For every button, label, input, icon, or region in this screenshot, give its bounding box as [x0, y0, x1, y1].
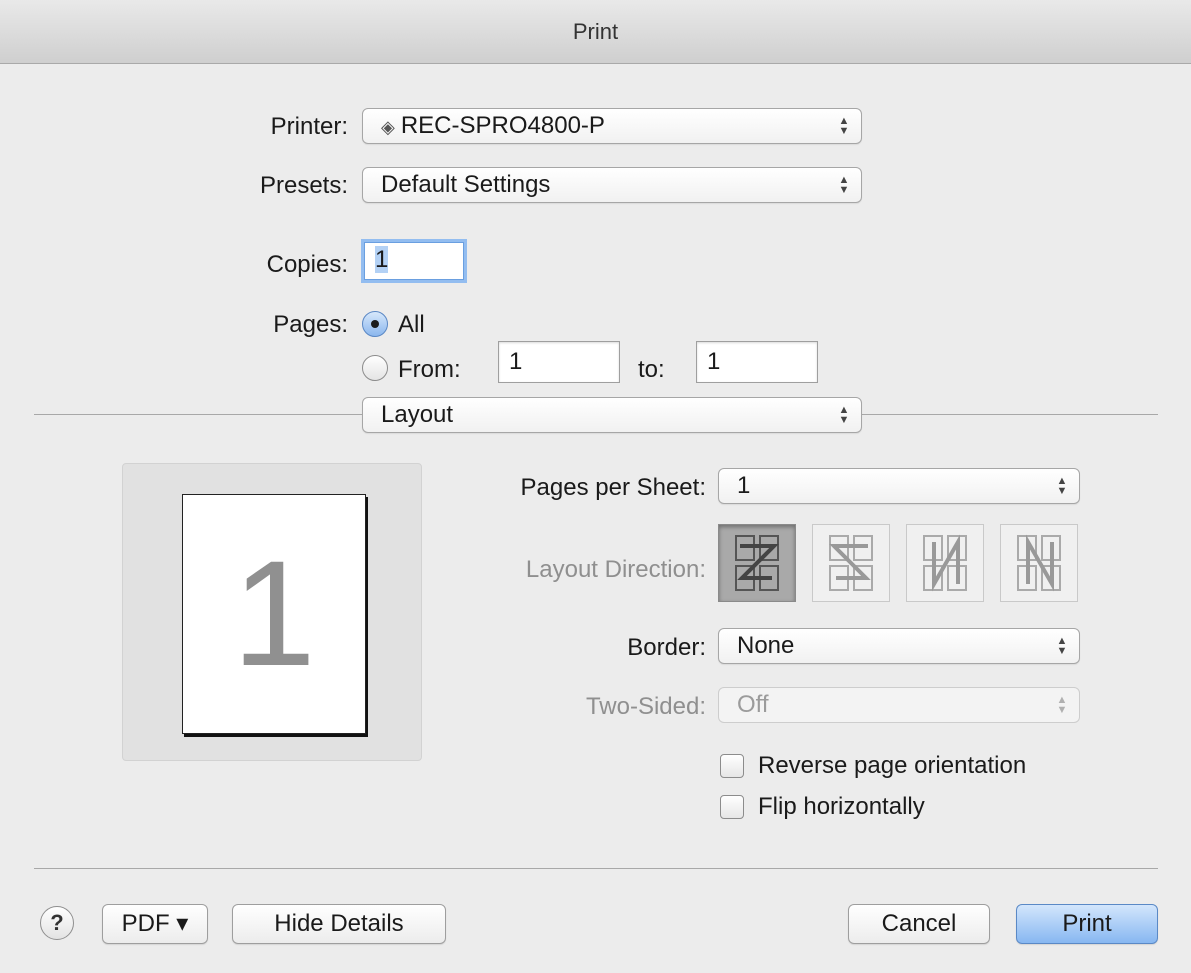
border-value: None — [737, 632, 795, 659]
page-preview-sheet: 1 — [182, 494, 366, 734]
pages-from-label: From: — [398, 356, 461, 383]
popup-arrows-icon: ▲ ▼ — [838, 174, 850, 196]
section-popup[interactable]: Layout ▲ ▼ — [362, 397, 862, 433]
popup-arrows-icon: ▲ ▼ — [1056, 635, 1068, 657]
copies-value: 1 — [375, 246, 389, 273]
section-divider-left — [34, 414, 362, 415]
pdf-menu-button[interactable]: PDF ▾ — [102, 904, 208, 944]
flip-horizontal-label: Flip horizontally — [758, 793, 925, 820]
presets-popup[interactable]: Default Settings ▲ ▼ — [362, 167, 862, 203]
cancel-button[interactable]: Cancel — [848, 904, 990, 944]
page-preview-number: 1 — [232, 529, 316, 697]
pages-to-field[interactable]: 1 — [696, 341, 818, 383]
pages-to-label: to: — [638, 356, 665, 383]
flip-horizontal-checkbox[interactable] — [720, 795, 744, 819]
presets-value: Default Settings — [381, 171, 551, 198]
pages-per-sheet-label: Pages per Sheet: — [520, 474, 706, 501]
presets-label: Presets: — [259, 172, 348, 199]
pages-per-sheet-popup[interactable]: 1 ▲ ▼ — [718, 468, 1080, 504]
two-sided-value: Off — [737, 691, 769, 718]
two-sided-label: Two-Sided: — [585, 693, 706, 720]
copies-field[interactable]: 1 — [364, 242, 464, 280]
reverse-orientation-checkbox[interactable] — [720, 754, 744, 778]
pages-to-value: 1 — [707, 348, 721, 375]
window-title: Print — [0, 0, 1191, 64]
printer-popup[interactable]: ◈ REC-SPRO4800-P ▲ ▼ — [362, 108, 862, 144]
pages-per-sheet-value: 1 — [737, 472, 751, 499]
pages-all-label: All — [398, 311, 425, 338]
hide-details-button[interactable]: Hide Details — [232, 904, 446, 944]
layout-z-icon — [735, 535, 779, 591]
border-popup[interactable]: None ▲ ▼ — [718, 628, 1080, 664]
pages-from-radio[interactable] — [362, 355, 388, 381]
layout-direction-reverse-n-button[interactable] — [906, 524, 984, 602]
section-value: Layout — [381, 401, 454, 428]
layout-reverse-z-icon — [829, 535, 873, 591]
two-sided-popup[interactable]: Off ▲ ▼ — [718, 687, 1080, 723]
copies-label: Copies: — [266, 251, 348, 278]
pages-from-field[interactable]: 1 — [498, 341, 620, 383]
pages-from-value: 1 — [509, 348, 523, 375]
reverse-orientation-label: Reverse page orientation — [758, 752, 1027, 779]
border-label: Border: — [627, 634, 706, 661]
layout-direction-reverse-z-button[interactable] — [812, 524, 890, 602]
popup-arrows-icon: ▲ ▼ — [1056, 694, 1068, 716]
help-button[interactable]: ? — [40, 906, 74, 940]
pages-label: Pages: — [273, 311, 348, 338]
layout-reverse-n-icon — [923, 534, 967, 592]
printer-label: Printer: — [270, 113, 348, 140]
printer-value: REC-SPRO4800-P — [400, 112, 605, 139]
layout-direction-label: Layout Direction: — [525, 556, 706, 583]
footer-divider — [34, 868, 1158, 869]
section-divider-right — [862, 414, 1158, 415]
print-button[interactable]: Print — [1016, 904, 1158, 944]
popup-arrows-icon: ▲ ▼ — [838, 404, 850, 426]
pages-all-radio[interactable] — [362, 311, 388, 337]
printer-icon: ◈ — [381, 117, 395, 137]
layout-direction-z-button[interactable] — [718, 524, 796, 602]
layout-direction-n-button[interactable] — [1000, 524, 1078, 602]
popup-arrows-icon: ▲ ▼ — [838, 115, 850, 137]
popup-arrows-icon: ▲ ▼ — [1056, 475, 1068, 497]
layout-n-icon — [1017, 534, 1061, 592]
